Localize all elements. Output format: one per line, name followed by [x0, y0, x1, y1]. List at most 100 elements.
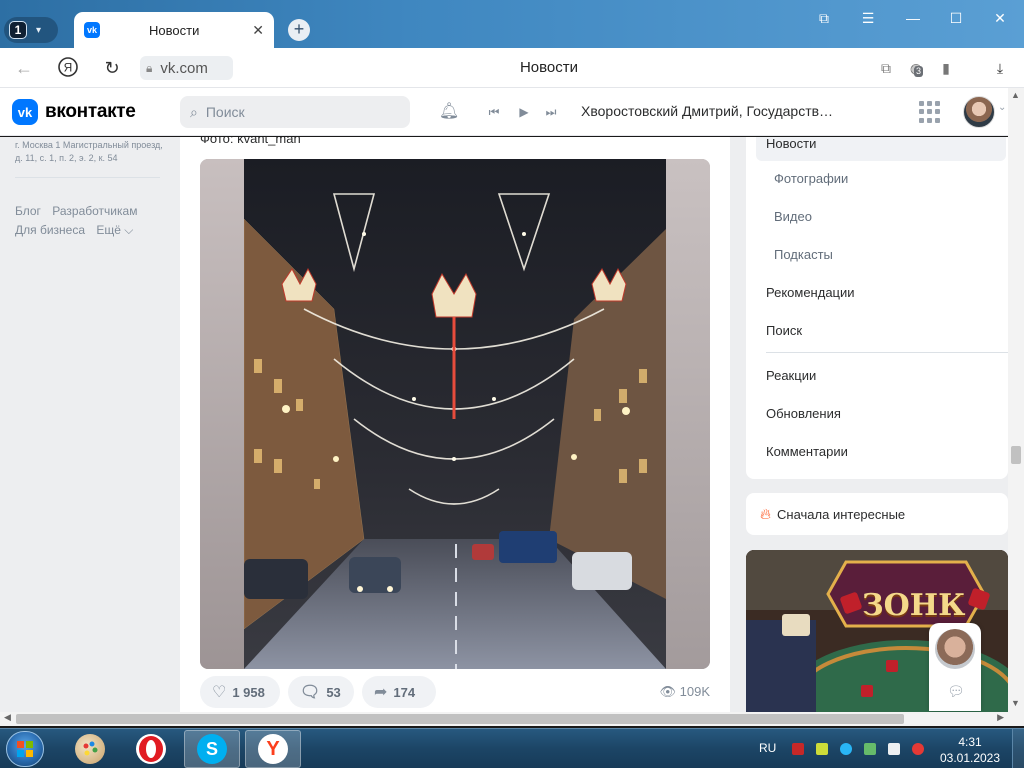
opera-icon [136, 734, 166, 764]
taskbar-skype[interactable]: S [184, 730, 240, 768]
comment-icon: 🗨︎ [300, 684, 321, 701]
tab-close-icon[interactable]: ✕ [252, 22, 264, 39]
previous-track-icon[interactable]: ⏮︎ [482, 100, 506, 124]
avatar[interactable] [963, 96, 995, 128]
skype-icon: S [197, 734, 227, 764]
menu-item-news[interactable]: Новости [756, 137, 1006, 161]
svg-text:Я: Я [64, 61, 73, 75]
menu-item-recommendations[interactable]: Рекомендации [766, 285, 855, 300]
maximize-button[interactable]: ☐ [941, 8, 971, 28]
taskbar-opera[interactable] [123, 730, 179, 768]
comment-button[interactable]: 🗨︎ 53 [288, 676, 354, 708]
menu-item-reactions[interactable]: Реакции [766, 368, 816, 383]
start-button[interactable] [6, 731, 44, 767]
chevron-down-icon[interactable]: ⌄ [998, 102, 1006, 113]
new-tab-button[interactable]: + [288, 19, 310, 41]
like-count: 1 958 [232, 684, 265, 700]
share-button[interactable]: ➦ 174 [362, 676, 436, 708]
vk-brand[interactable]: вконтакте [45, 101, 136, 123]
back-button[interactable]: ← [12, 56, 36, 80]
apps-grid-icon[interactable] [919, 101, 941, 123]
scroll-thumb[interactable] [1011, 446, 1021, 464]
browser-navbar: ← Я ↻ 🔒︎ vk.com Новости ⧉ ◍ ▮ ⤓ [0, 48, 1024, 88]
scroll-down-icon[interactable]: ▼ [1011, 698, 1020, 708]
search-icon: ⌕ [190, 103, 198, 120]
sort-label: Сначала интересные [777, 506, 906, 522]
windows-logo-icon [17, 741, 33, 757]
play-icon[interactable]: ▶ [512, 100, 536, 124]
left-column: г. Москва 1 Магистральный проезд, д. 11,… [15, 137, 165, 240]
download-icon[interactable]: ⤓ [990, 58, 1010, 78]
link-developers[interactable]: Разработчикам [52, 204, 137, 218]
yandex-home-button[interactable]: Я [56, 56, 80, 80]
tray-network-icon[interactable] [840, 743, 852, 755]
chat-widget[interactable]: 💬︎ [929, 623, 981, 711]
tabs-sync-icon[interactable]: ⧉ [876, 58, 896, 78]
close-window-button[interactable]: ✕ [985, 8, 1015, 28]
reload-button[interactable]: ↻ [100, 56, 124, 80]
menu-item-search[interactable]: Поиск [766, 323, 802, 338]
taskbar-yandex-browser[interactable]: Y [245, 730, 301, 768]
browser-titlebar: 1 ▾ vk Новости ✕ + ⧉ ☰ — ☐ ✕ [0, 0, 1024, 48]
menu-item-podcasts[interactable]: Подкасты [774, 247, 833, 262]
language-indicator[interactable]: RU [759, 741, 776, 755]
tray-opera-icon[interactable] [912, 743, 924, 755]
link-blog[interactable]: Блог [15, 204, 41, 218]
street-lights-photo [244, 159, 666, 669]
tray-antivirus-icon[interactable] [792, 743, 804, 755]
next-track-icon[interactable]: ⏭︎ [539, 100, 563, 124]
horizontal-scrollbar[interactable]: ◀ ▶ [0, 712, 1008, 726]
menu-item-photos[interactable]: Фотографии [774, 171, 848, 186]
minimize-button[interactable]: — [898, 8, 928, 28]
link-more[interactable]: Ещё ⌵ [96, 223, 133, 237]
menu-item-comments[interactable]: Комментарии [766, 444, 848, 459]
view-count: 109K [679, 684, 710, 699]
ad-title: ЗОНК [862, 588, 966, 623]
divider [15, 177, 160, 178]
tray-notes-icon[interactable] [816, 743, 828, 755]
sort-toggle[interactable]: 🔥︎ Сначала интересные [746, 493, 1008, 535]
tray-security-icon[interactable] [864, 743, 876, 755]
show-desktop-button[interactable] [1012, 729, 1024, 768]
post-photo[interactable] [200, 159, 710, 669]
share-count: 174 [393, 684, 416, 700]
collections-icon[interactable]: ⧉ [809, 8, 839, 28]
tab-active[interactable]: vk Новости ✕ [74, 12, 274, 48]
photo-blur-right [666, 159, 710, 669]
tab-switcher-button[interactable]: 1 ▾ [4, 17, 58, 43]
scroll-right-icon[interactable]: ▶ [997, 712, 1004, 723]
fire-icon: 🔥︎ [760, 505, 772, 523]
link-business[interactable]: Для бизнеса [15, 223, 85, 237]
yandex-browser-icon: Y [258, 734, 288, 764]
tab-title: Новости [149, 22, 200, 38]
company-address: г. Москва 1 Магистральный проезд, д. 11,… [15, 140, 163, 163]
search-box[interactable]: ⌕ [180, 96, 410, 128]
vk-logo-icon[interactable]: vk [12, 99, 38, 125]
divider [766, 352, 1008, 353]
chevron-down-icon: ▾ [36, 24, 42, 36]
news-post: Фото: kvant_man ♡ 1 958 🗨︎ 53 ➦ 174 👁︎ 1… [180, 137, 730, 712]
menu-item-video[interactable]: Видео [774, 209, 812, 224]
tab-count: 1 [9, 21, 27, 39]
notifications-bell-icon[interactable]: 🔔︎ [437, 100, 461, 124]
tray-display-icon[interactable] [888, 743, 900, 755]
taskbar-paint[interactable] [62, 730, 118, 768]
news-filter-menu: Новости Фотографии Видео Подкасты Рекоме… [746, 137, 1008, 479]
yandex-icon: Я [58, 57, 78, 77]
bookmark-icon[interactable]: ▮ [936, 58, 956, 78]
windows-taskbar: S Y RU 4:31 03.01.2023 [0, 728, 1024, 768]
search-input[interactable] [205, 104, 386, 120]
menu-item-updates[interactable]: Обновления [766, 406, 841, 421]
comment-count: 53 [326, 684, 341, 700]
hscroll-thumb[interactable] [16, 714, 904, 724]
scroll-left-icon[interactable]: ◀ [4, 712, 11, 723]
like-button[interactable]: ♡ 1 958 [200, 676, 280, 708]
system-clock[interactable]: 4:31 03.01.2023 [938, 734, 1002, 766]
heart-icon: ♡ [212, 684, 227, 701]
scroll-up-icon[interactable]: ▲ [1011, 90, 1020, 100]
now-playing-track[interactable]: Хворостовский Дмитрий, Государств… [581, 103, 841, 119]
view-counter: 👁︎ 109K [659, 684, 710, 700]
menu-icon[interactable]: ☰ [853, 8, 883, 28]
vertical-scrollbar[interactable]: ▲ ▼ [1008, 88, 1024, 712]
url-field[interactable]: 🔒︎ vk.com [140, 56, 233, 80]
